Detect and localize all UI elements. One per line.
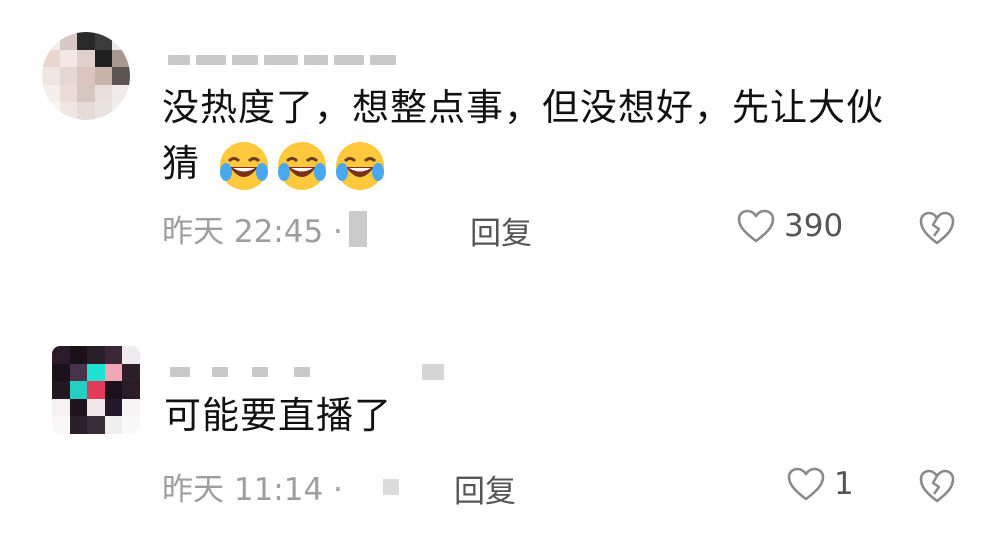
like-count: 1 (834, 466, 854, 502)
reply-button[interactable]: 回复 (470, 208, 532, 253)
broken-heart-icon (919, 469, 955, 503)
heart-outline-icon (787, 467, 825, 501)
comment-item: 没热度了，想整点事，但没想好，先让大伙 猜 昨天 22:45 · 回复 390 (0, 0, 1000, 270)
comment-text: 没热度了，想整点事，但没想好，先让大伙 猜 (162, 80, 962, 193)
laughing-crying-emoji-icon (335, 141, 384, 190)
heart-outline-icon (737, 209, 775, 243)
reply-button[interactable]: 回复 (454, 466, 516, 511)
comment-text-tail: 猜 (162, 142, 200, 185)
comment-text-line2: 猜 (162, 136, 962, 193)
comment-meta: 昨天 11:14 · (162, 464, 399, 509)
comment-item: 可能要直播了 昨天 11:14 · 回复 1 (0, 330, 1000, 560)
like-count: 390 (784, 208, 844, 244)
like-button[interactable]: 1 (786, 466, 854, 502)
like-button[interactable]: 390 (736, 208, 843, 244)
dislike-button[interactable] (918, 210, 956, 250)
username-blurred[interactable] (168, 52, 396, 68)
comment-text: 可能要直播了 (164, 394, 392, 437)
dislike-button[interactable] (918, 468, 956, 508)
comment-timestamp: 昨天 11:14 · (162, 472, 343, 508)
avatar[interactable] (52, 346, 140, 434)
avatar[interactable] (42, 32, 130, 120)
comment-text-line1: 没热度了，想整点事，但没想好，先让大伙 (162, 86, 884, 129)
location-blurred (382, 478, 399, 495)
username-blurred[interactable] (170, 364, 444, 380)
laughing-crying-emoji-icon (277, 141, 326, 190)
laughing-crying-emoji-icon (219, 141, 268, 190)
broken-heart-icon (919, 211, 955, 245)
comment-meta: 昨天 22:45 · (162, 206, 367, 251)
location-blurred (348, 210, 367, 247)
emoji-row (217, 139, 387, 193)
comment-timestamp: 昨天 22:45 · (162, 214, 343, 250)
